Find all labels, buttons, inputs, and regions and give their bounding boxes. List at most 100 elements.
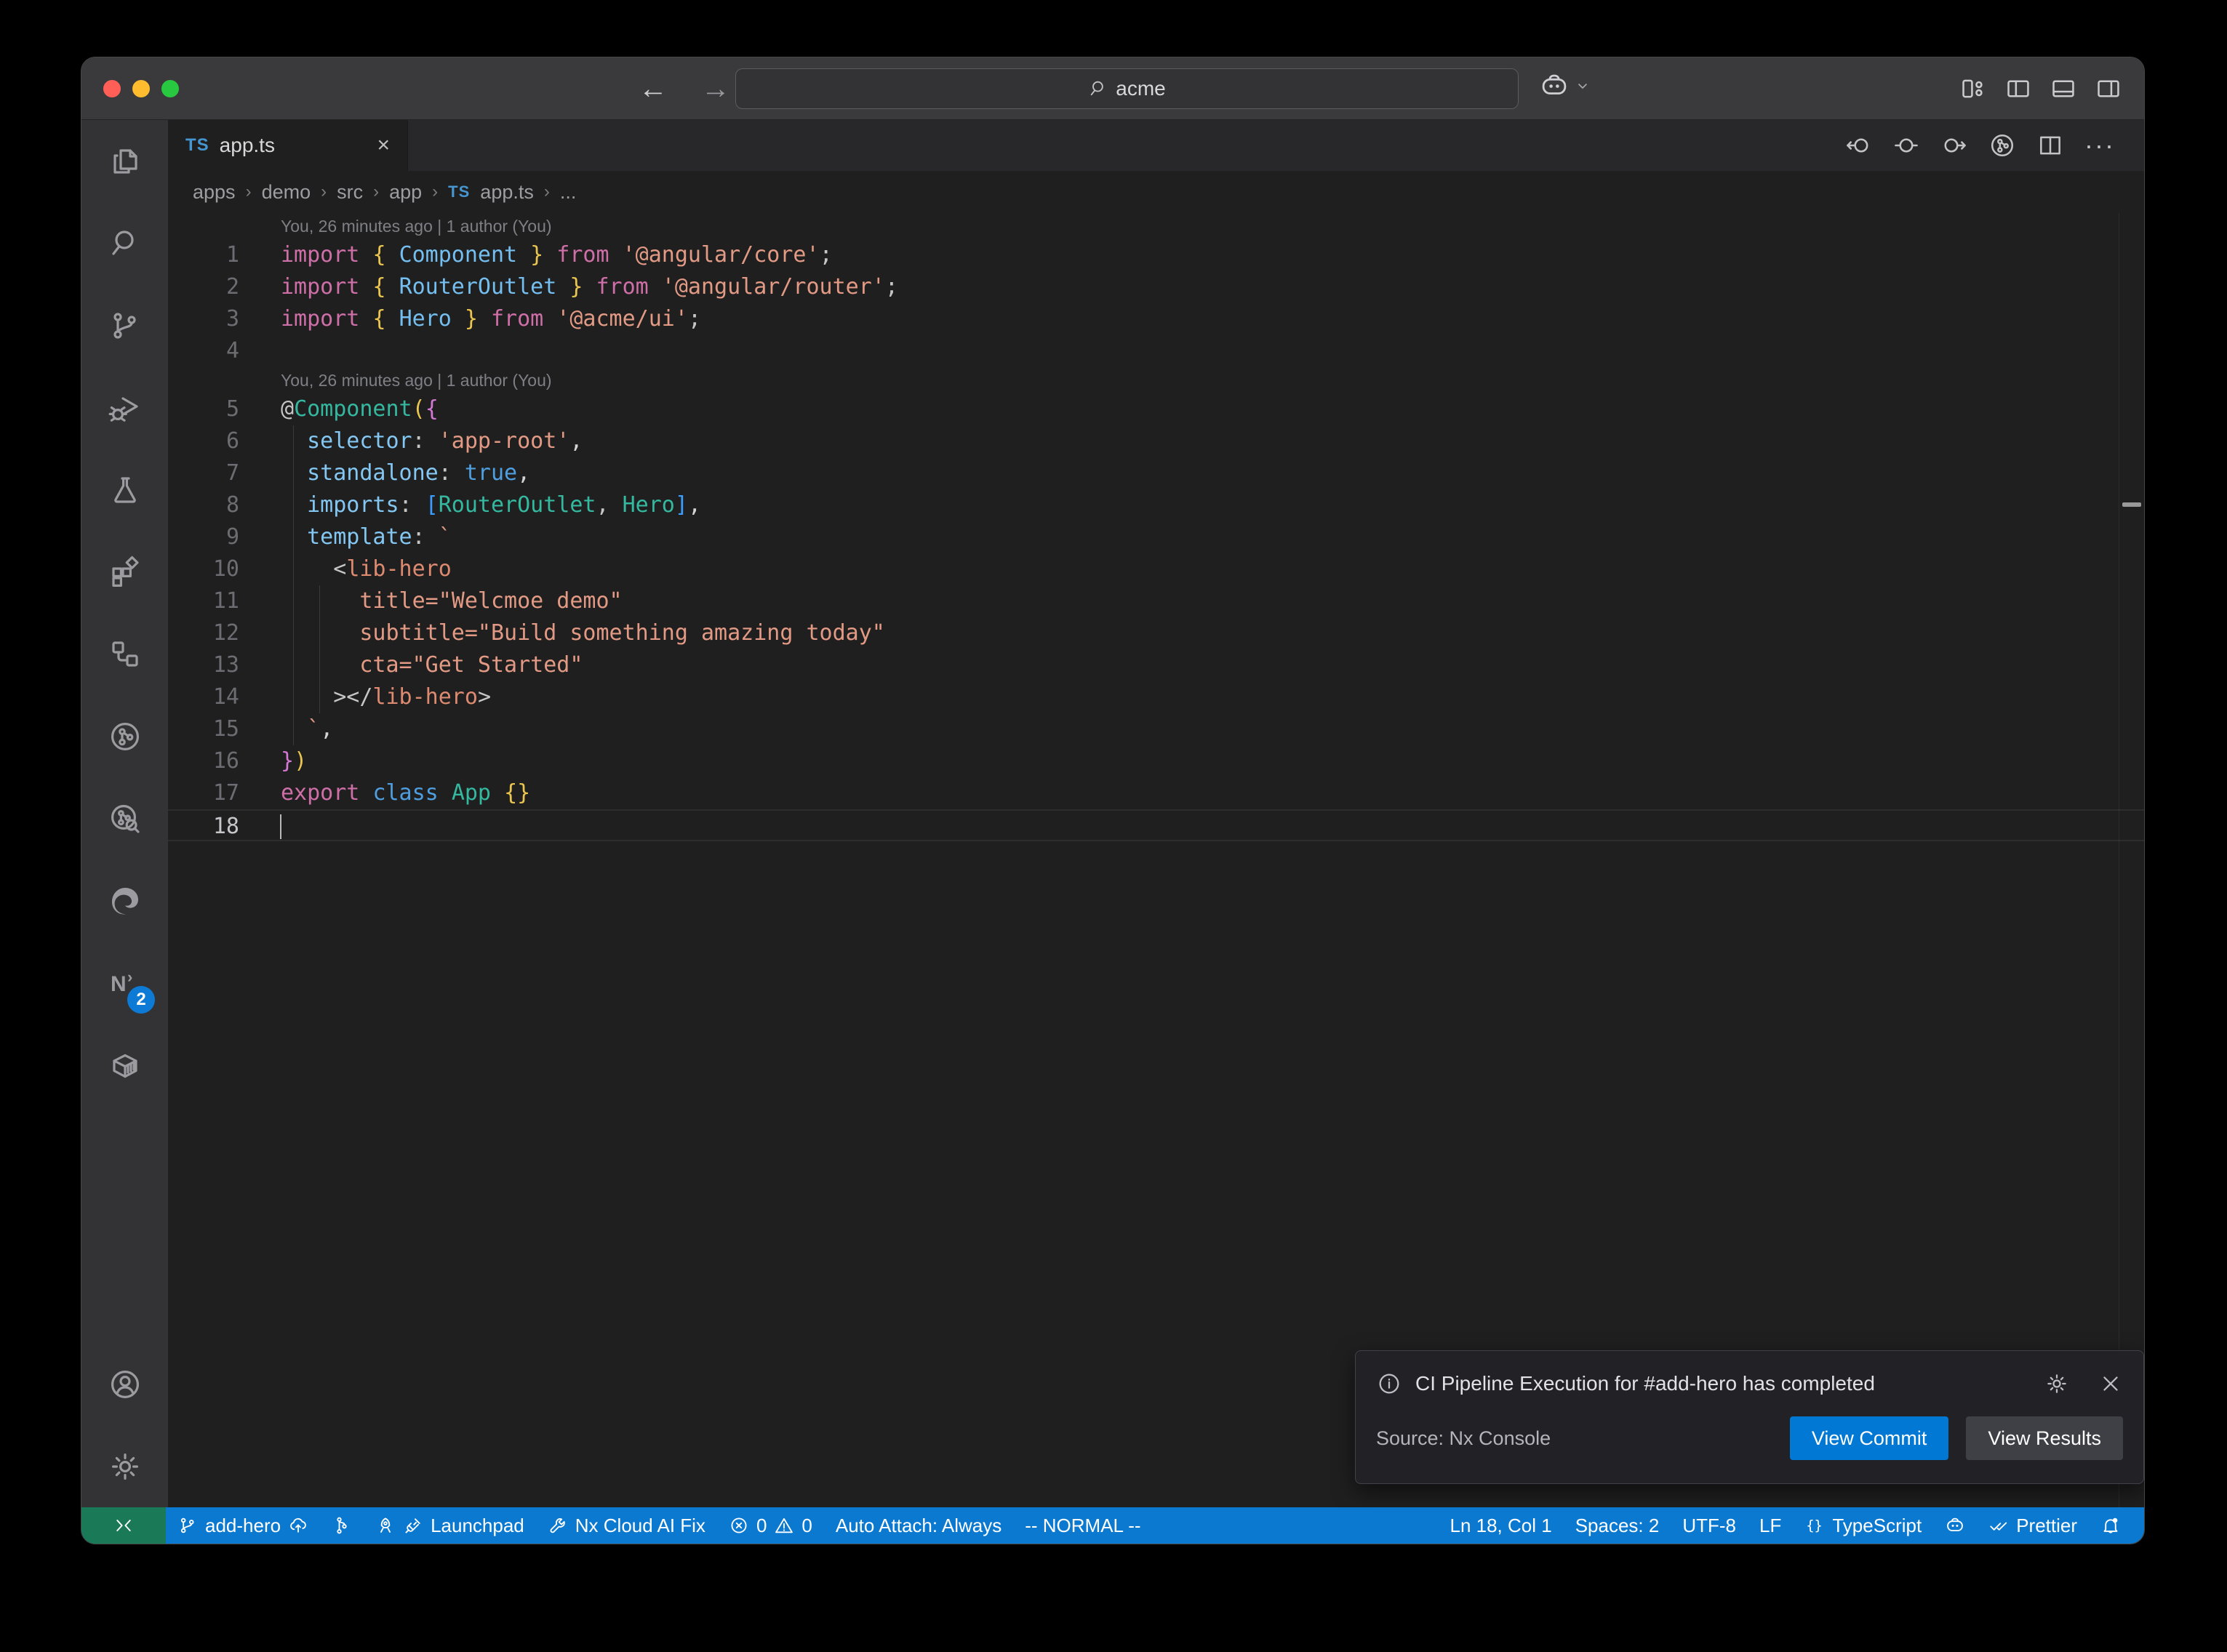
- split-editor-icon[interactable]: [2036, 132, 2064, 159]
- line-number[interactable]: 1: [168, 239, 277, 271]
- breadcrumb-item[interactable]: apps: [193, 181, 236, 204]
- statusbar-eol[interactable]: LF: [1748, 1507, 1793, 1544]
- codelens-blame[interactable]: You, 26 minutes ago | 1 author (You): [168, 213, 2144, 239]
- code-line-18[interactable]: 18: [168, 809, 2144, 841]
- code-line-10[interactable]: 10 <lib-hero: [168, 553, 2144, 585]
- breadcrumb-item[interactable]: demo: [262, 181, 311, 204]
- notification-settings-icon[interactable]: [2044, 1371, 2069, 1396]
- line-number[interactable]: 3: [168, 303, 277, 335]
- navigate-forward-button[interactable]: →: [701, 57, 730, 120]
- activity-item-settings[interactable]: [81, 1425, 168, 1507]
- code-text[interactable]: subtitle="Build something amazing today": [277, 617, 885, 649]
- command-center-search[interactable]: acme: [735, 68, 1519, 109]
- panel-left-icon[interactable]: [2004, 75, 2032, 103]
- minimize-window-button[interactable]: [132, 80, 150, 97]
- codelens-text[interactable]: You, 26 minutes ago | 1 author (You): [277, 213, 552, 239]
- line-number[interactable]: 11: [168, 585, 277, 617]
- code-text[interactable]: title="Welcmoe demo": [277, 585, 623, 617]
- code-text[interactable]: <lib-hero: [277, 553, 452, 585]
- code-line-16[interactable]: 16}): [168, 745, 2144, 777]
- activity-item-extensions[interactable]: [81, 531, 168, 613]
- line-number[interactable]: 4: [168, 335, 277, 367]
- statusbar-vim-mode[interactable]: -- NORMAL --: [1013, 1507, 1152, 1544]
- code-text[interactable]: template: `: [277, 521, 452, 553]
- view-commit-button[interactable]: View Commit: [1790, 1416, 1949, 1460]
- code-line-17[interactable]: 17export class App {}: [168, 777, 2144, 809]
- line-number[interactable]: 12: [168, 617, 277, 649]
- code-text[interactable]: import { RouterOutlet } from '@angular/r…: [277, 271, 898, 303]
- panel-right-icon[interactable]: [2095, 75, 2122, 103]
- activity-item-git-search[interactable]: [81, 777, 168, 859]
- nav-circle-icon[interactable]: [1892, 132, 1920, 159]
- statusbar-nx-cloud-ai-fix[interactable]: Nx Cloud AI Fix: [536, 1507, 717, 1544]
- maximize-window-button[interactable]: [161, 80, 179, 97]
- activity-item-run-debug[interactable]: [81, 366, 168, 449]
- statusbar-problems[interactable]: 00: [717, 1507, 824, 1544]
- line-number[interactable]: 15: [168, 713, 277, 745]
- statusbar-launchpad[interactable]: Launchpad: [364, 1507, 536, 1544]
- codelens-text[interactable]: You, 26 minutes ago | 1 author (You): [277, 367, 552, 393]
- line-number[interactable]: 5: [168, 393, 277, 425]
- code-text[interactable]: `,: [277, 713, 333, 745]
- code-line-11[interactable]: 11 title="Welcmoe demo": [168, 585, 2144, 617]
- code-line-14[interactable]: 14 ></lib-hero>: [168, 681, 2144, 713]
- code-line-13[interactable]: 13 cta="Get Started": [168, 649, 2144, 681]
- close-tab-icon[interactable]: ×: [377, 133, 390, 158]
- statusbar-indentation[interactable]: Spaces: 2: [1564, 1507, 1671, 1544]
- code-text[interactable]: export class App {}: [277, 777, 530, 809]
- code-line-3[interactable]: 3import { Hero } from '@acme/ui';: [168, 303, 2144, 335]
- view-results-button[interactable]: View Results: [1966, 1416, 2123, 1460]
- nav-forward-circle-icon[interactable]: [1940, 132, 1968, 159]
- statusbar-formatter[interactable]: Prettier: [1977, 1507, 2089, 1544]
- code-text[interactable]: [277, 811, 281, 840]
- code-line-6[interactable]: 6 selector: 'app-root',: [168, 425, 2144, 457]
- statusbar-encoding[interactable]: UTF-8: [1671, 1507, 1748, 1544]
- activity-item-nx-console[interactable]: N›2: [81, 942, 168, 1024]
- breadcrumb-symbol[interactable]: ...: [560, 181, 577, 204]
- line-number[interactable]: 8: [168, 489, 277, 521]
- code-text[interactable]: [277, 335, 281, 367]
- breadcrumb-item[interactable]: app: [389, 181, 422, 204]
- line-number[interactable]: 7: [168, 457, 277, 489]
- code-line-5[interactable]: 5@Component({: [168, 393, 2144, 425]
- activity-item-search[interactable]: [81, 202, 168, 284]
- navigate-back-button[interactable]: ←: [639, 57, 668, 120]
- code-text[interactable]: @Component({: [277, 393, 439, 425]
- line-number[interactable]: 10: [168, 553, 277, 585]
- statusbar-auto-attach[interactable]: Auto Attach: Always: [824, 1507, 1013, 1544]
- code-line-8[interactable]: 8 imports: [RouterOutlet, Hero],: [168, 489, 2144, 521]
- activity-item-project-structure[interactable]: [81, 613, 168, 695]
- line-number[interactable]: 2: [168, 271, 277, 303]
- statusbar-cursor-position[interactable]: Ln 18, Col 1: [1438, 1507, 1563, 1544]
- code-line-12[interactable]: 12 subtitle="Build something amazing tod…: [168, 617, 2144, 649]
- statusbar-notifications-bell[interactable]: [2089, 1507, 2132, 1544]
- tab-app-ts[interactable]: TS app.ts ×: [168, 120, 408, 171]
- line-number[interactable]: 14: [168, 681, 277, 713]
- activity-item-containers[interactable]: [81, 1024, 168, 1106]
- line-number[interactable]: 16: [168, 745, 277, 777]
- breadcrumb-file[interactable]: app.ts: [480, 181, 534, 204]
- copilot-menu-button[interactable]: [1539, 71, 1591, 101]
- layout-customize-icon[interactable]: [1959, 75, 1987, 103]
- line-number[interactable]: 9: [168, 521, 277, 553]
- code-line-7[interactable]: 7 standalone: true,: [168, 457, 2144, 489]
- code-text[interactable]: ></lib-hero>: [277, 681, 491, 713]
- statusbar-git-graph-status[interactable]: [320, 1507, 364, 1544]
- statusbar-remote-indicator[interactable]: [81, 1507, 166, 1544]
- code-text[interactable]: imports: [RouterOutlet, Hero],: [277, 489, 701, 521]
- line-number[interactable]: 18: [168, 811, 277, 840]
- code-text[interactable]: }): [277, 745, 307, 777]
- statusbar-git-branch-status[interactable]: add-hero: [166, 1507, 320, 1544]
- breadcrumb-item[interactable]: src: [337, 181, 363, 204]
- panel-bottom-icon[interactable]: [2050, 75, 2077, 103]
- codelens-blame[interactable]: You, 26 minutes ago | 1 author (You): [168, 367, 2144, 393]
- code-text[interactable]: import { Component } from '@angular/core…: [277, 239, 833, 271]
- editor-scrollbar[interactable]: [2119, 213, 2144, 1507]
- statusbar-copilot-status[interactable]: [1933, 1507, 1977, 1544]
- code-text[interactable]: import { Hero } from '@acme/ui';: [277, 303, 701, 335]
- line-number[interactable]: 6: [168, 425, 277, 457]
- code-line-9[interactable]: 9 template: `: [168, 521, 2144, 553]
- code-text[interactable]: standalone: true,: [277, 457, 530, 489]
- code-line-2[interactable]: 2import { RouterOutlet } from '@angular/…: [168, 271, 2144, 303]
- line-number[interactable]: 13: [168, 649, 277, 681]
